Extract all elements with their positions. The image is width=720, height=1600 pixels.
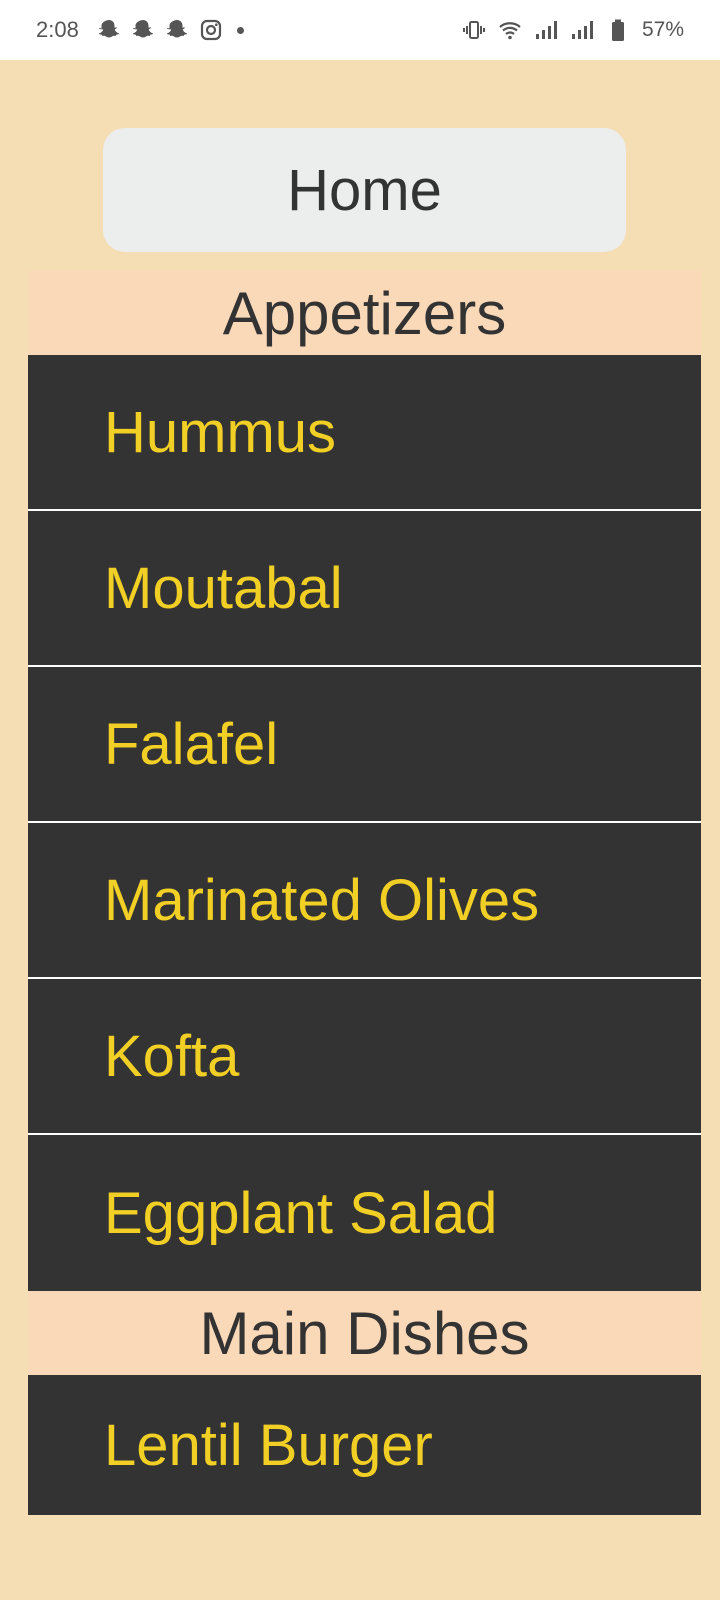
signal-icon	[534, 18, 558, 42]
snapchat-ghost-icon	[97, 18, 121, 42]
snapchat-ghost-icon	[131, 18, 155, 42]
menu-item-eggplant-salad[interactable]: Eggplant Salad	[28, 1135, 701, 1291]
battery-percent: 57%	[641, 18, 684, 41]
battery-icon	[606, 18, 630, 42]
notification-dot	[236, 26, 244, 34]
status-time: 2:08	[36, 17, 79, 42]
menu-item-marinated-olives[interactable]: Marinated Olives	[28, 823, 701, 979]
status-bar: 2:08 57%	[0, 0, 720, 60]
section-header-appetizers: Appetizers	[28, 271, 701, 355]
home-button[interactable]: Home	[103, 128, 626, 252]
vibrate-icon	[462, 18, 486, 42]
snapchat-ghost-icon	[165, 18, 189, 42]
notification-icons	[97, 18, 244, 42]
section-header-main-dishes: Main Dishes	[28, 1291, 701, 1375]
system-status-icons: 57%	[462, 18, 684, 42]
menu-item-lentil-burger[interactable]: Lentil Burger	[28, 1375, 701, 1515]
menu-item-moutabal[interactable]: Moutabal	[28, 511, 701, 667]
menu-list: Appetizers Hummus Moutabal Falafel Marin…	[28, 271, 701, 1515]
wifi-icon	[498, 18, 522, 42]
menu-item-falafel[interactable]: Falafel	[28, 667, 701, 823]
signal-icon	[570, 18, 594, 42]
instagram-icon	[199, 18, 223, 42]
menu-item-kofta[interactable]: Kofta	[28, 979, 701, 1135]
menu-item-hummus[interactable]: Hummus	[28, 355, 701, 511]
